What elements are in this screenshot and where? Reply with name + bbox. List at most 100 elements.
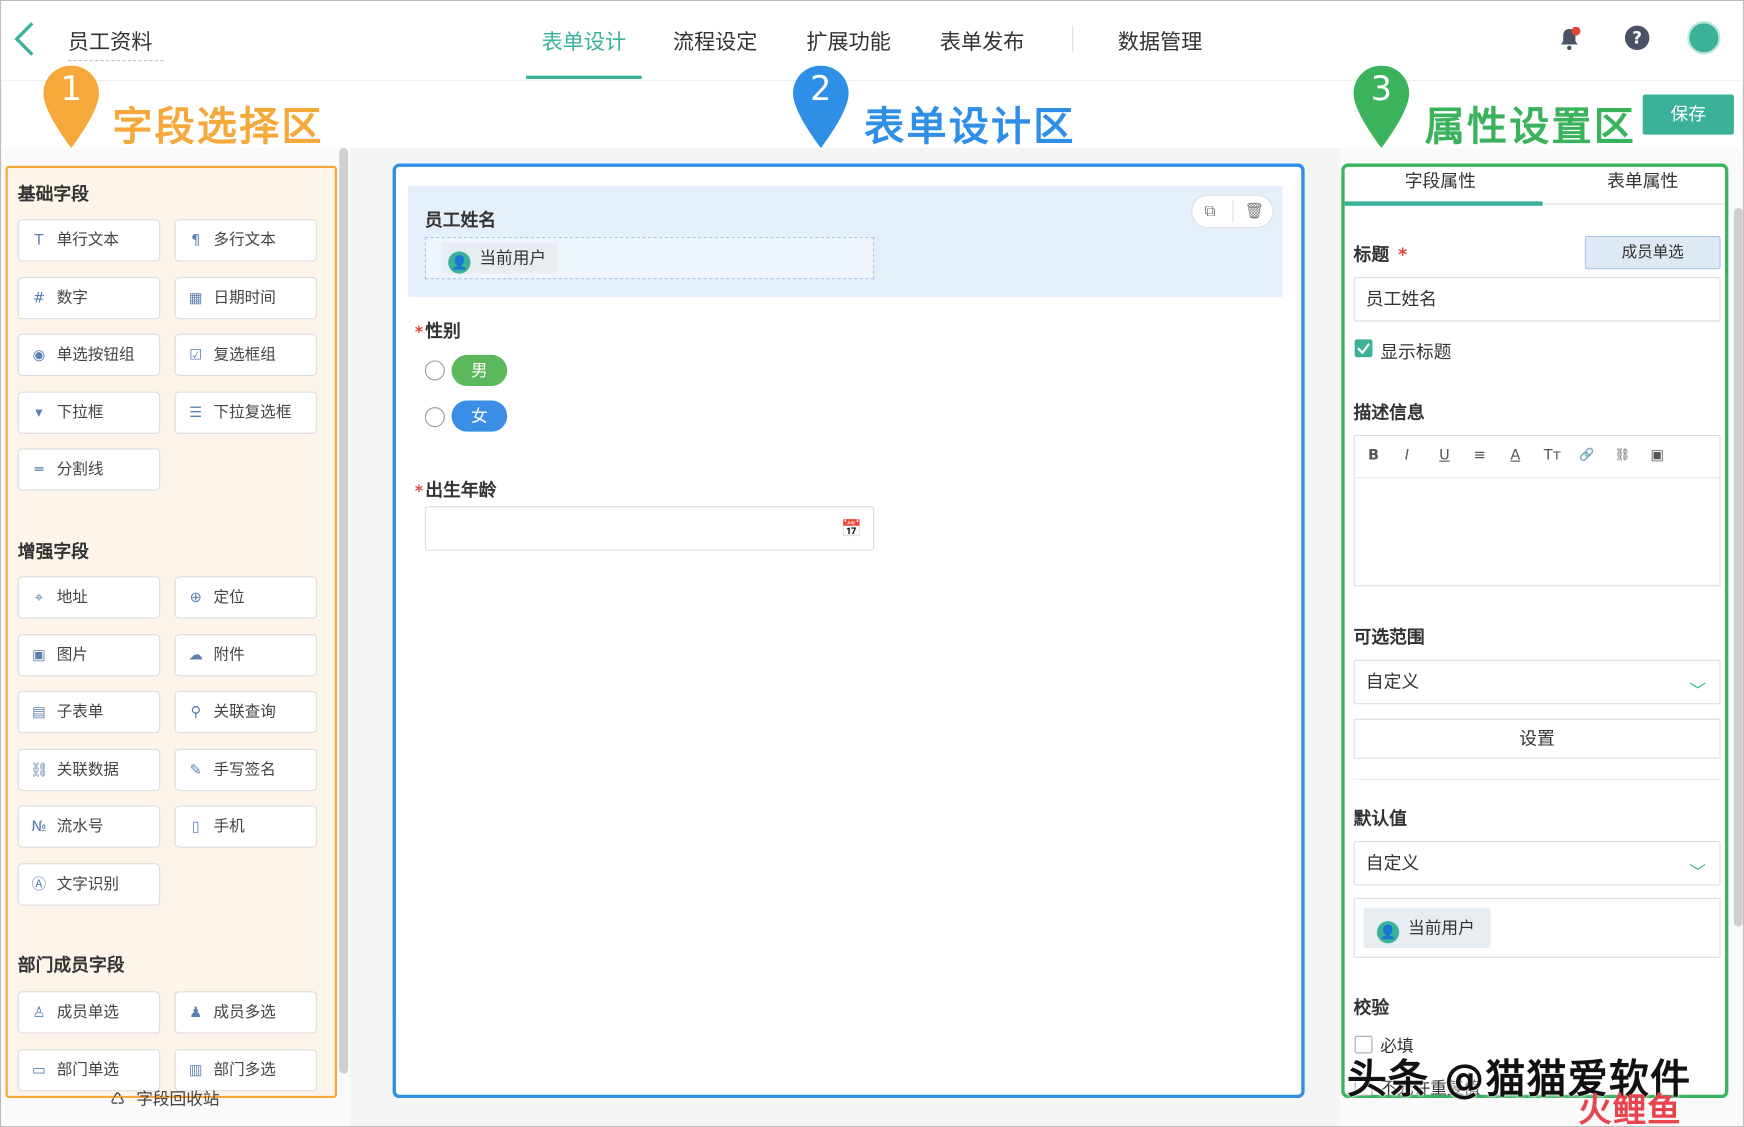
radio-male[interactable] [424,360,445,381]
serial-icon: № [31,818,47,836]
employee-name-input[interactable]: 👤 当前用户 [424,236,875,280]
default-user-label: 当前用户 [1408,917,1475,938]
field-type-button[interactable]: ⌖ 地址 [17,576,161,619]
italic-icon[interactable]: I [1405,447,1409,464]
recycle-bin-link[interactable]: ♺ 字段回收站 [110,1087,220,1110]
trash-icon[interactable]: 🗑 [1245,202,1265,220]
link-icon[interactable]: 🔗 [1579,447,1594,461]
calendar-icon[interactable]: 📅 [841,518,862,538]
field-type-button[interactable]: ⚲ 关联查询 [174,690,317,734]
form-design-canvas [392,163,1305,1099]
image-icon: ▣ [32,646,46,664]
ocr-icon: Ⓐ [31,876,47,893]
tab-form-props[interactable]: 表单属性 [1607,166,1678,193]
field-type-button[interactable]: ▯ 手机 [174,805,317,848]
font-size-icon[interactable]: Tт [1544,447,1561,464]
field-type-label: 单选按钮组 [56,345,135,364]
field-type-button[interactable]: ◉ 单选按钮组 [17,333,161,377]
tab-baseline [1542,203,1726,205]
field-type-button[interactable]: ♟ 成员多选 [174,991,317,1034]
dept-icon: ▭ [32,1061,46,1079]
underline-icon[interactable]: U [1439,447,1450,464]
calendar-icon: ▦ [188,289,203,307]
radio-female[interactable] [424,407,445,428]
field-type-button[interactable]: ⊕ 定位 [174,576,317,619]
back-chevron-icon[interactable] [10,21,39,57]
default-user-chip: 👤 当前用户 [1363,907,1491,948]
default-label: 默认值 [1353,807,1407,829]
avatar[interactable] [1687,21,1721,55]
help-icon[interactable]: ? [1624,25,1650,51]
field-gender-label: * 性别 [415,316,461,343]
unlink-icon[interactable]: ⛓ [1615,447,1631,461]
field-type-button[interactable]: ☑ 复选框组 [174,333,317,377]
option-female[interactable]: 女 [451,400,508,432]
field-type-label: 部门多选 [213,1060,276,1079]
field-type-button[interactable]: № 流水号 [17,805,161,848]
title-input[interactable]: 员工姓名 [1353,277,1721,322]
copy-icon[interactable]: ⧉ [1205,202,1216,220]
field-type-label: 复选框组 [213,345,276,364]
locate-icon: ⊕ [189,589,202,607]
bell-icon[interactable] [1556,26,1583,53]
range-label: 可选范围 [1353,626,1425,648]
save-button[interactable]: 保存 [1642,94,1734,135]
title-prop-label: 标题 * [1354,239,1408,266]
field-type-button[interactable]: ▾ 下拉框 [17,391,161,434]
field-type-button[interactable]: ▣ 图片 [17,633,161,676]
range-set-button[interactable]: 设置 [1353,718,1721,759]
field-type-button[interactable]: ═ 分割线 [17,448,161,491]
option-male[interactable]: 男 [451,354,508,387]
tab-form-design[interactable]: 表单设计 [526,26,642,79]
description-editor[interactable]: B I U ≡ A Tт 🔗 ⛓ ▣ [1353,434,1721,587]
default-select[interactable]: 自定义 ﹀ [1353,841,1721,886]
left-scrollbar[interactable] [339,147,349,1074]
field-type-label: 手写签名 [213,760,276,779]
field-type-label: 子表单 [56,703,104,721]
field-type-label: 部门单选 [56,1060,120,1079]
birth-label-text: 出生年龄 [425,479,497,501]
field-type-button[interactable]: ▦ 日期时间 [174,276,317,319]
right-scrollbar[interactable] [1733,208,1743,927]
field-type-label: 下拉框 [56,403,104,422]
bold-icon[interactable]: B [1368,447,1379,464]
page-title[interactable]: 员工资料 [67,26,164,62]
field-type-button[interactable]: ▤ 子表单 [17,690,161,734]
birth-date-input[interactable]: 📅 [424,506,875,551]
phone-icon: ▯ [191,818,200,836]
default-user-box[interactable]: 👤 当前用户 [1353,897,1721,958]
tab-publish[interactable]: 表单发布 [940,26,1025,79]
gender-label-text: 性别 [425,320,461,342]
tab-field-props[interactable]: 字段属性 [1405,166,1476,193]
field-type-label: 图片 [56,645,88,664]
tab-process[interactable]: 流程设定 [673,26,758,79]
subform-icon: ▤ [32,704,46,721]
tab-data-manage[interactable]: 数据管理 [1118,26,1203,79]
pin-label-3: 属性设置区 [1424,104,1637,151]
field-type-button[interactable]: # 数字 [17,276,161,319]
image-insert-icon[interactable]: ▣ [1651,447,1665,464]
editor-toolbar: B I U ≡ A Tт 🔗 ⛓ ▣ [1354,436,1720,479]
range-select[interactable]: 自定义 ﹀ [1353,659,1721,705]
align-icon[interactable]: ≡ [1474,447,1486,464]
field-type-button[interactable]: ☁ 附件 [174,633,317,676]
field-type-button[interactable]: ☰ 下拉复选框 [174,391,317,434]
field-type-badge[interactable]: 成员单选 [1584,235,1721,270]
field-type-button[interactable]: ♙ 成员单选 [17,991,161,1034]
field-type-button[interactable]: ▭ 部门单选 [17,1048,161,1091]
field-type-label: 关联数据 [56,760,120,779]
field-type-label: 分割线 [56,460,104,479]
field-type-button[interactable]: ▥ 部门多选 [174,1048,317,1091]
font-color-icon[interactable]: A [1510,447,1520,464]
field-type-button[interactable]: ✎ 手写签名 [174,748,317,791]
radio-icon: ◉ [32,347,46,364]
link-query-icon: ⚲ [190,704,202,721]
field-type-button[interactable]: Ⓐ 文字识别 [17,862,161,906]
dept-multi-icon: ▥ [188,1061,203,1079]
required-mark: * [1398,243,1408,265]
field-type-label: 多行文本 [213,231,276,250]
field-type-button[interactable]: ⛓ 关联数据 [17,748,161,791]
field-type-button[interactable]: T 单行文本 [17,219,161,262]
show-title-checkbox[interactable] [1354,339,1373,358]
field-type-button[interactable]: ¶ 多行文本 [174,219,317,262]
